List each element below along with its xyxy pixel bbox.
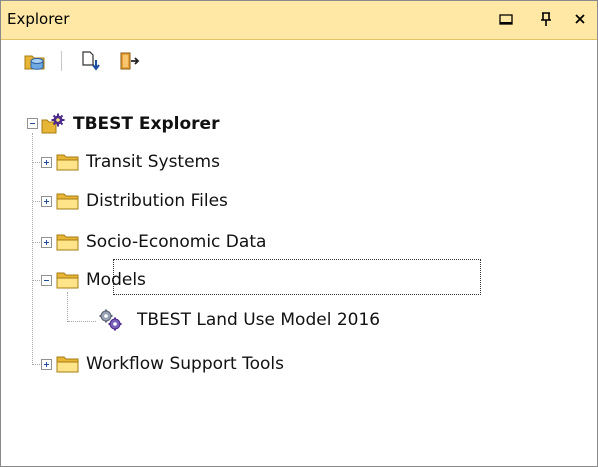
tree-root[interactable]: TBEST Explorer [1,111,321,137]
tree-item-label: Workflow Support Tools [86,354,284,374]
folder-open-icon [56,272,79,289]
tree-item-label: Socio-Economic Data [86,232,267,252]
tree-item-distribution-files[interactable]: Distribution Files [1,189,321,215]
toolbar-separator [61,51,62,71]
open-database-button[interactable] [23,49,47,73]
tree-item-label: Transit Systems [86,152,220,172]
collapse-toggle[interactable] [41,275,52,286]
model-gears-icon [99,309,122,331]
close-icon [575,14,585,24]
tree-item-label: Models [86,270,146,290]
expand-toggle[interactable] [41,157,52,168]
explorer-panel: Explorer TBEST Explorer Transit Systems … [0,0,598,467]
explorer-toolbar [1,40,597,80]
tree-item-transit-systems[interactable]: Transit Systems [1,149,321,175]
maximize-button[interactable] [495,8,517,30]
pin-icon [541,12,551,26]
tree-item-land-use-model[interactable]: TBEST Land Use Model 2016 [1,308,441,334]
tree-item-socio-economic-data[interactable]: Socio-Economic Data [1,229,341,255]
panel-title: Explorer [7,10,70,28]
import-icon [82,51,100,71]
folder-icon [56,356,79,373]
tree-item-label: Distribution Files [86,191,228,211]
explorer-tree: TBEST Explorer Transit Systems Distribut… [1,81,597,466]
pin-button[interactable] [535,8,557,30]
expand-toggle[interactable] [41,359,52,370]
expand-toggle[interactable] [41,196,52,207]
tree-item-workflow-support-tools[interactable]: Workflow Support Tools [1,351,361,377]
close-button[interactable] [569,8,591,30]
folder-icon [56,193,79,210]
collapse-toggle[interactable] [27,118,38,129]
project-gear-icon [41,113,65,134]
tree-item-models[interactable]: Models [1,267,481,293]
panel-titlebar[interactable]: Explorer [1,1,597,40]
expand-toggle[interactable] [41,237,52,248]
tree-item-label: TBEST Land Use Model 2016 [137,310,381,330]
exit-icon [120,52,140,70]
maximize-icon [499,14,513,25]
folder-icon [56,154,79,171]
tree-root-label: TBEST Explorer [73,114,220,134]
import-button[interactable] [79,49,103,73]
exit-button[interactable] [117,49,141,73]
folder-icon [56,234,79,251]
open-database-icon [24,55,45,70]
